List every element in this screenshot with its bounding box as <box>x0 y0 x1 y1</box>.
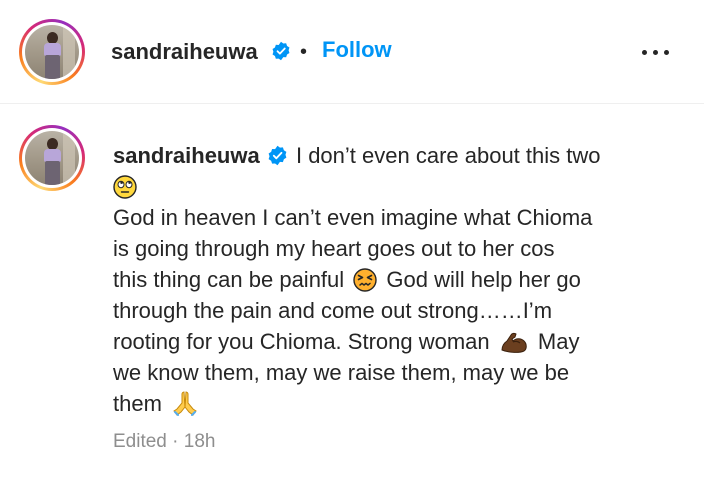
rolling-eyes-emoji-icon <box>113 175 137 199</box>
comment-line: this thing can be painful God will help … <box>113 264 673 295</box>
comment-text-segment: May <box>537 329 580 354</box>
comment-text-segment: rooting for you Chioma. Strong woman <box>113 329 490 354</box>
comment-text-segment: this thing can be painful <box>113 267 345 292</box>
header-username[interactable]: sandraiheuwa <box>111 39 258 65</box>
verified-badge-icon <box>268 145 287 166</box>
verified-badge-icon <box>272 41 290 61</box>
comment-line: through the pain and come out strong……I’… <box>113 298 553 323</box>
comment-line: sandraiheuwa I don’t even care about thi… <box>113 140 673 171</box>
comment-line: rooting for you Chioma. Strong woman May <box>113 326 673 357</box>
separator-dot: • <box>300 41 308 63</box>
comment-meta: Edited · 18h <box>113 431 215 453</box>
more-options-icon[interactable] <box>638 38 674 66</box>
profile-photo <box>25 25 79 79</box>
meta-separator: · <box>172 431 179 452</box>
confounded-face-emoji-icon <box>353 268 377 292</box>
flexed-biceps-emoji-icon <box>501 332 527 353</box>
comment-line: God in heaven I can’t even imagine what … <box>113 205 593 230</box>
folded-hands-emoji-icon <box>173 391 197 416</box>
comment-text-segment: God will help her go <box>386 267 581 292</box>
avatar[interactable] <box>19 19 85 85</box>
comment-line: them <box>113 388 673 419</box>
comment-text-segment: I don’t even care about this two <box>295 143 601 168</box>
follow-button[interactable]: Follow <box>322 37 392 63</box>
comment-line: is going through my heart goes out to he… <box>113 236 555 261</box>
comment-line: we know them, may we raise them, may we … <box>113 360 570 385</box>
comment-body: sandraiheuwa I don’t even care about thi… <box>113 140 673 419</box>
comment-username[interactable]: sandraiheuwa <box>113 143 260 168</box>
post-header: sandraiheuwa • Follow <box>0 0 704 104</box>
timestamp[interactable]: 18h <box>184 431 216 452</box>
comment-text-segment: them <box>113 391 162 416</box>
comment-avatar[interactable] <box>19 125 85 191</box>
edited-label: Edited <box>113 431 167 452</box>
profile-photo <box>25 131 79 185</box>
comment-line <box>113 171 673 202</box>
